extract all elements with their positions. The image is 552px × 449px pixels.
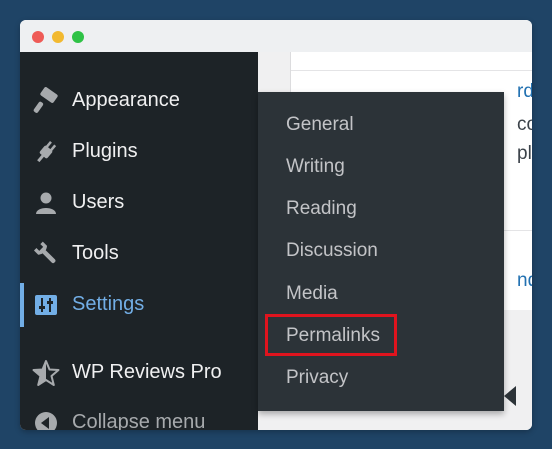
sidebar-item-users[interactable]: Users bbox=[20, 181, 258, 225]
flyout-pointer bbox=[504, 386, 516, 406]
sidebar-item-label: Users bbox=[72, 191, 125, 213]
settings-submenu-flyout: General Writing Reading Discussion Media… bbox=[258, 92, 516, 411]
minimize-window-button[interactable] bbox=[52, 31, 64, 43]
sidebar-item-label: WP Reviews Pro bbox=[72, 361, 222, 383]
close-window-button[interactable] bbox=[32, 31, 44, 43]
maximize-window-button[interactable] bbox=[72, 31, 84, 43]
submenu-item-privacy[interactable]: Privacy bbox=[286, 367, 348, 389]
paintbrush-icon bbox=[32, 87, 60, 115]
sliders-icon bbox=[32, 291, 60, 319]
sidebar-item-appearance[interactable]: Appearance bbox=[20, 79, 258, 123]
submenu-item-permalinks[interactable]: Permalinks bbox=[286, 325, 380, 347]
sidebar-item-label: Settings bbox=[72, 293, 145, 315]
card-divider bbox=[291, 70, 532, 71]
window-titlebar bbox=[20, 20, 532, 52]
content-link-fragment[interactable]: rdP bbox=[517, 81, 532, 103]
sidebar-item-wp-reviews-pro[interactable]: WP Reviews Pro bbox=[20, 351, 258, 395]
wrench-icon bbox=[32, 240, 60, 268]
active-indicator bbox=[20, 283, 24, 327]
sidebar-item-tools[interactable]: Tools bbox=[20, 232, 258, 276]
content-text-fragment: con bbox=[517, 114, 532, 135]
sidebar-item-label: Plugins bbox=[72, 140, 138, 162]
sidebar-item-label: Collapse menu bbox=[72, 411, 206, 430]
collapse-arrow-icon bbox=[32, 409, 60, 430]
sidebar-item-settings[interactable]: Settings bbox=[20, 283, 258, 327]
collapse-menu-button[interactable]: Collapse menu bbox=[20, 401, 258, 430]
content-link-fragment[interactable]: ndi bbox=[517, 270, 532, 292]
content-text-fragment: ple bbox=[517, 143, 532, 164]
submenu-item-reading[interactable]: Reading bbox=[286, 198, 357, 220]
sidebar-item-plugins[interactable]: Plugins bbox=[20, 130, 258, 174]
submenu-item-discussion[interactable]: Discussion bbox=[286, 240, 378, 262]
sidebar-item-label: Appearance bbox=[72, 89, 180, 111]
submenu-item-general[interactable]: General bbox=[286, 114, 354, 136]
submenu-item-media[interactable]: Media bbox=[286, 283, 338, 305]
user-icon bbox=[32, 189, 60, 217]
admin-sidebar: Appearance Plugins Users Tools Settings … bbox=[20, 52, 258, 430]
submenu-item-writing[interactable]: Writing bbox=[286, 156, 345, 178]
sidebar-item-label: Tools bbox=[72, 242, 119, 264]
plug-icon bbox=[32, 138, 60, 166]
star-icon bbox=[32, 359, 60, 387]
